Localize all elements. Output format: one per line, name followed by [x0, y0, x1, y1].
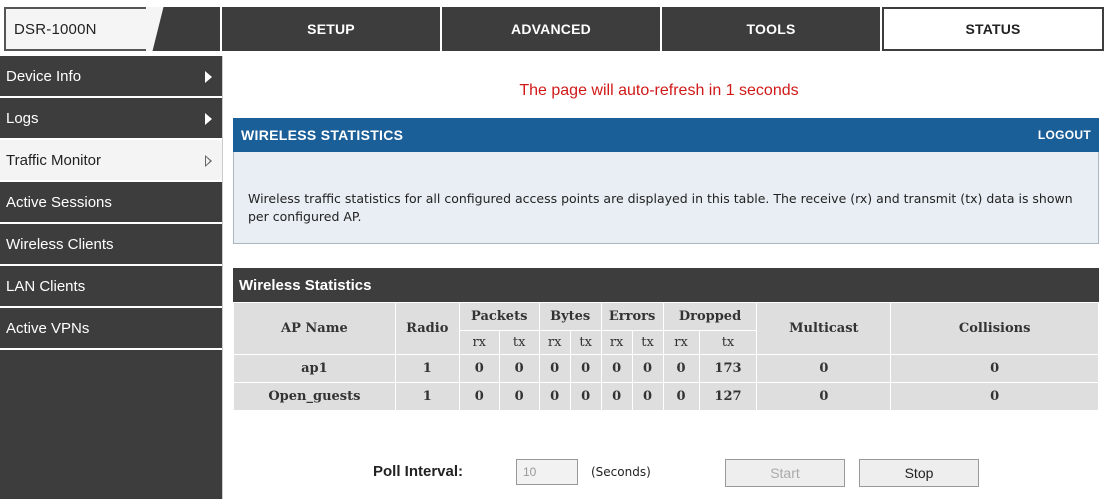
sidebar-item-label: LAN Clients — [6, 277, 86, 295]
poll-interval-input[interactable] — [516, 459, 578, 485]
cell-radio: 1 — [394, 354, 460, 383]
cell-errors-rx: 0 — [600, 354, 633, 383]
sidebar-item-wireless-clients[interactable]: Wireless Clients — [0, 224, 222, 266]
col-header-bytes: Bytes — [538, 302, 602, 331]
cell-dropped-tx: 173 — [698, 354, 758, 383]
sidebar-item-logs[interactable]: Logs — [0, 98, 222, 140]
col-subheader-tx: tx — [631, 330, 664, 355]
cell-packets-rx: 0 — [458, 382, 500, 411]
sidebar-item-traffic-monitor[interactable]: Traffic Monitor — [0, 140, 222, 182]
cell-packets-rx: 0 — [458, 354, 500, 383]
cell-bytes-tx: 0 — [569, 354, 602, 383]
tab-advanced[interactable]: ADVANCED — [442, 7, 660, 51]
sidebar-item-label: Wireless Clients — [6, 235, 114, 253]
brand-logo: DSR-1000N /// — [4, 7, 220, 51]
cell-dropped-tx: 127 — [698, 382, 758, 411]
cell-packets-tx: 0 — [498, 354, 540, 383]
cell-bytes-rx: 0 — [538, 354, 571, 383]
col-subheader-rx: rx — [600, 330, 633, 355]
col-header-multicast: Multicast — [756, 302, 892, 355]
sidebar-item-lan-clients[interactable]: LAN Clients — [0, 266, 222, 308]
poll-interval-unit: (Seconds) — [591, 465, 651, 479]
sidebar-item-label: Traffic Monitor — [6, 151, 102, 169]
cell-packets-tx: 0 — [498, 382, 540, 411]
section-description: Wireless traffic statistics for all conf… — [233, 152, 1099, 244]
col-header-errors: Errors — [600, 302, 664, 331]
cell-errors-tx: 0 — [631, 354, 664, 383]
cell-collisions: 0 — [890, 382, 1099, 411]
section-header: WIRELESS STATISTICS LOGOUT — [233, 118, 1099, 152]
sidebar-item-label: Device Info — [6, 67, 82, 85]
col-header-collisions: Collisions — [890, 302, 1099, 355]
chevron-right-icon — [205, 71, 212, 83]
cell-dropped-rx: 0 — [662, 382, 700, 411]
wireless-stats-panel: Wireless Statistics AP Name Radio Packet… — [233, 268, 1099, 411]
tab-tools[interactable]: TOOLS — [662, 7, 880, 51]
col-header-packets: Packets — [458, 302, 540, 331]
col-header-ap-name: AP Name — [233, 302, 396, 355]
chevron-right-outline-icon — [205, 155, 212, 167]
auto-refresh-notice: The page will auto-refresh in 1 seconds — [519, 82, 799, 99]
col-header-dropped: Dropped — [662, 302, 758, 331]
cell-collisions: 0 — [890, 354, 1099, 383]
wireless-stats-table: AP Name Radio Packets Bytes Errors Dropp… — [233, 302, 1099, 411]
start-button[interactable]: Start — [725, 459, 845, 487]
cell-multicast: 0 — [756, 354, 892, 383]
cell-multicast: 0 — [756, 382, 892, 411]
sidebar-item-device-info[interactable]: Device Info — [0, 56, 222, 98]
tab-setup[interactable]: SETUP — [222, 7, 440, 51]
tab-status[interactable]: STATUS — [882, 7, 1104, 51]
chevron-right-icon — [205, 113, 212, 125]
main-content: The page will auto-refresh in 1 seconds … — [222, 56, 1104, 499]
table-row: ap1 1 0 0 0 0 0 0 0 173 0 0 — [233, 354, 1099, 383]
table-row: Open_guests 1 0 0 0 0 0 0 0 127 0 0 — [233, 382, 1099, 411]
cell-dropped-rx: 0 — [662, 354, 700, 383]
sidebar-item-label: Active VPNs — [6, 319, 90, 337]
cell-bytes-rx: 0 — [538, 382, 571, 411]
poll-interval-label: Poll Interval: — [373, 463, 464, 480]
sidebar-item-label: Active Sessions — [6, 193, 112, 211]
brand-model: DSR-1000N — [14, 20, 97, 38]
col-subheader-rx: rx — [538, 330, 571, 355]
top-bar: DSR-1000N /// SETUP ADVANCED TOOLS STATU… — [0, 0, 1104, 56]
cell-ap-name: Open_guests — [233, 382, 396, 411]
col-subheader-tx: tx — [698, 330, 758, 355]
cell-ap-name: ap1 — [233, 354, 396, 383]
cell-radio: 1 — [394, 382, 460, 411]
cell-errors-rx: 0 — [600, 382, 633, 411]
poll-interval-controls: Poll Interval: (Seconds) Start Stop — [223, 456, 1104, 488]
col-subheader-tx: tx — [569, 330, 602, 355]
sidebar: Device Info Logs Traffic Monitor Active … — [0, 56, 222, 499]
stats-table-title: Wireless Statistics — [233, 268, 1099, 302]
sidebar-item-active-sessions[interactable]: Active Sessions — [0, 182, 222, 224]
section-title: WIRELESS STATISTICS — [241, 127, 404, 143]
main-nav-tabs: SETUP ADVANCED TOOLS STATUS — [222, 7, 1104, 51]
col-subheader-rx: rx — [662, 330, 700, 355]
cell-errors-tx: 0 — [631, 382, 664, 411]
logout-link[interactable]: LOGOUT — [1038, 128, 1091, 142]
sidebar-item-active-vpns[interactable]: Active VPNs — [0, 308, 222, 350]
brand-slash-block: /// — [146, 7, 220, 51]
sidebar-item-label: Logs — [6, 109, 39, 127]
stop-button[interactable]: Stop — [859, 459, 979, 487]
cell-bytes-tx: 0 — [569, 382, 602, 411]
col-header-radio: Radio — [394, 302, 460, 355]
col-subheader-rx: rx — [458, 330, 500, 355]
col-subheader-tx: tx — [498, 330, 540, 355]
